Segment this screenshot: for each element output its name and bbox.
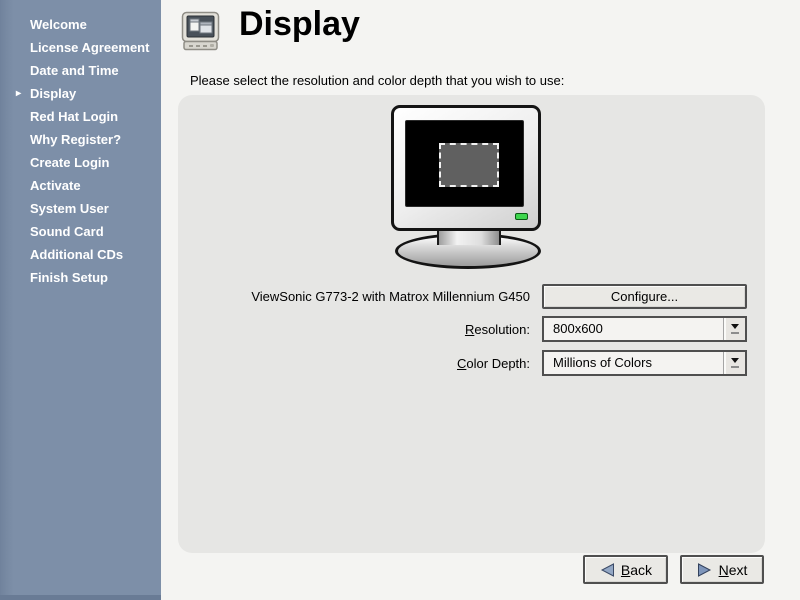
sidebar-bottom-edge [0, 595, 161, 600]
sidebar-item-date-and-time[interactable]: Date and Time [30, 59, 157, 82]
sidebar-item-label: Display [30, 86, 76, 101]
firstboot-window: Welcome License Agreement Date and Time … [0, 0, 800, 600]
display-settings-panel: ViewSonic G773-2 with Matrox Millennium … [178, 95, 765, 553]
color-depth-value: Millions of Colors [553, 352, 652, 374]
sidebar-item-label: Create Login [30, 155, 109, 170]
chevron-down-icon [731, 358, 739, 363]
sidebar-item-label: Red Hat Login [30, 109, 118, 124]
sidebar-item-why-register[interactable]: Why Register? [30, 128, 157, 151]
configure-button-label: Configure... [611, 289, 678, 304]
sidebar-item-label: License Agreement [30, 40, 149, 55]
monitor-illustration [391, 105, 547, 271]
next-button[interactable]: Next [680, 555, 764, 584]
sidebar-item-license-agreement[interactable]: License Agreement [30, 36, 157, 59]
monitor-bezel [391, 105, 541, 231]
sidebar-item-label: Why Register? [30, 132, 121, 147]
resolution-dropdown-button[interactable] [723, 318, 745, 340]
resolution-preview-rect [439, 143, 499, 187]
sidebar-item-additional-cds[interactable]: Additional CDs [30, 243, 157, 266]
setup-steps-sidebar: Welcome License Agreement Date and Time … [0, 0, 161, 600]
sidebar-item-create-login[interactable]: Create Login [30, 151, 157, 174]
main-content: Display Please select the resolution and… [161, 0, 800, 600]
setup-steps-list: Welcome License Agreement Date and Time … [30, 13, 157, 289]
back-button-label: Back [621, 562, 652, 578]
sidebar-item-label: Sound Card [30, 224, 104, 239]
resolution-value: 800x600 [553, 318, 603, 340]
sidebar-item-activate[interactable]: Activate [30, 174, 157, 197]
sidebar-item-red-hat-login[interactable]: Red Hat Login [30, 105, 157, 128]
sidebar-item-label: Activate [30, 178, 81, 193]
sidebar-item-sound-card[interactable]: Sound Card [30, 220, 157, 243]
power-led-icon [515, 213, 528, 220]
next-arrow-icon [697, 563, 713, 577]
sidebar-item-label: Additional CDs [30, 247, 123, 262]
sidebar-item-label: Finish Setup [30, 270, 108, 285]
dropdown-bar-icon [731, 366, 739, 368]
color-depth-dropdown[interactable]: Millions of Colors [542, 350, 747, 376]
back-button[interactable]: Back [583, 555, 668, 584]
current-step-arrow-icon: ▸ [16, 82, 21, 105]
color-depth-dropdown-button[interactable] [723, 352, 745, 374]
sidebar-item-system-user[interactable]: System User [30, 197, 157, 220]
configure-button[interactable]: Configure... [542, 284, 747, 309]
next-button-label: Next [719, 562, 748, 578]
sidebar-item-label: System User [30, 201, 109, 216]
monitor-screen [405, 120, 524, 207]
display-monitor-icon [181, 11, 221, 53]
sidebar-item-label: Welcome [30, 17, 87, 32]
resolution-label: Resolution: [300, 322, 530, 337]
resolution-dropdown[interactable]: 800x600 [542, 316, 747, 342]
device-label: ViewSonic G773-2 with Matrox Millennium … [191, 289, 530, 304]
back-arrow-icon [599, 563, 615, 577]
dropdown-bar-icon [731, 332, 739, 334]
sidebar-item-display[interactable]: ▸ Display [30, 82, 157, 105]
page-subtitle: Please select the resolution and color d… [190, 73, 564, 88]
page-title: Display [239, 5, 360, 44]
chevron-down-icon [731, 324, 739, 329]
sidebar-item-finish-setup[interactable]: Finish Setup [30, 266, 157, 289]
sidebar-item-welcome[interactable]: Welcome [30, 13, 157, 36]
color-depth-label: Color Depth: [300, 356, 530, 371]
sidebar-item-label: Date and Time [30, 63, 119, 78]
